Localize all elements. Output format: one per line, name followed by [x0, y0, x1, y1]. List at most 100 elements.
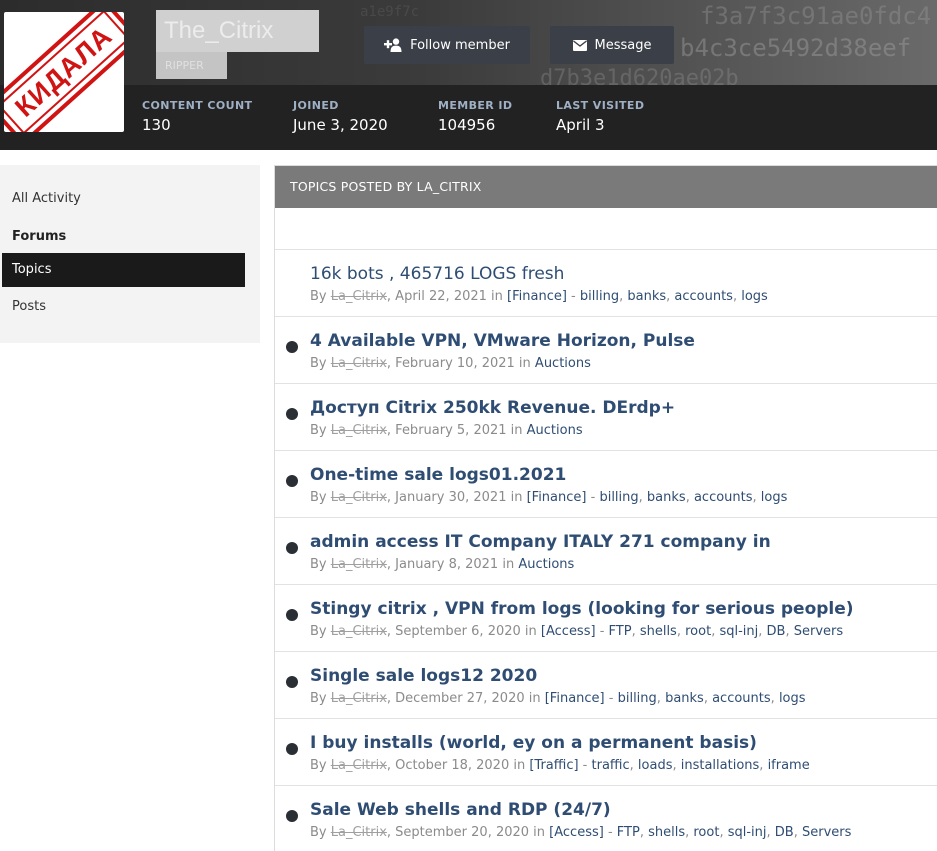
- topic-author-link[interactable]: La_Citrix: [331, 356, 387, 371]
- topic-title-link[interactable]: I buy installs (world, ey on a permanent…: [310, 733, 757, 753]
- topic-author-link[interactable]: La_Citrix: [331, 825, 387, 840]
- topic-tag-link[interactable]: logs: [741, 289, 768, 304]
- topic-forum-link[interactable]: [Finance]: [545, 691, 605, 706]
- topic-author-link[interactable]: La_Citrix: [331, 289, 387, 304]
- tag-separator: ,: [752, 490, 761, 505]
- topic-tag-link[interactable]: accounts: [674, 289, 733, 304]
- tag-separator: ,: [639, 825, 649, 840]
- message-label: Message: [594, 37, 652, 53]
- topic-meta: By La_Citrix, January 30, 2021 in [Finan…: [310, 490, 787, 505]
- follow-member-button[interactable]: Follow member: [364, 26, 530, 64]
- sidebar-section-forums: Forums: [12, 229, 67, 244]
- topic-tag-link[interactable]: loads: [638, 758, 673, 773]
- unread-dot-icon: [286, 609, 298, 621]
- topic-tag-link[interactable]: banks: [665, 691, 704, 706]
- topic-row: Sale Web shells and RDP (24/7) By La_Citr…: [275, 786, 937, 851]
- topic-forum-link[interactable]: [Access]: [541, 624, 596, 639]
- topic-date: , February 10, 2021 in: [386, 356, 535, 371]
- topic-tag-link[interactable]: DB: [767, 624, 786, 639]
- topic-tag-link[interactable]: accounts: [694, 490, 753, 505]
- topic-tag-link[interactable]: logs: [761, 490, 788, 505]
- topic-meta: By La_Citrix, December 27, 2020 in [Fina…: [310, 691, 806, 706]
- topic-author-link[interactable]: La_Citrix: [331, 423, 387, 438]
- topic-title-link[interactable]: 16k bots , 465716 LOGS fresh: [310, 264, 564, 284]
- topic-tag-link[interactable]: shells: [640, 624, 677, 639]
- topic-row: 4 Available VPN, VMware Horizon, Pulse By…: [275, 317, 937, 384]
- topic-tag-link[interactable]: billing: [618, 691, 657, 706]
- stamp-logo: КИДАЛА: [4, 12, 124, 132]
- unread-dot-icon: [286, 676, 298, 688]
- topic-date: , December 27, 2020 in: [386, 691, 545, 706]
- topic-title-link[interactable]: Sale Web shells and RDP (24/7): [310, 800, 611, 820]
- topic-row: One-time sale logs01.2021 By La_Citrix, J…: [275, 451, 937, 518]
- topic-tag-link[interactable]: FTP: [617, 825, 640, 840]
- topic-tag-link[interactable]: billing: [580, 289, 619, 304]
- topic-tag-link[interactable]: FTP: [609, 624, 632, 639]
- topic-forum-link[interactable]: Auctions: [527, 423, 583, 438]
- message-button[interactable]: Message: [550, 26, 674, 64]
- topic-author-link[interactable]: La_Citrix: [331, 624, 387, 639]
- stat-member-id: MEMBER ID 104956: [438, 99, 513, 134]
- topic-author-link[interactable]: La_Citrix: [331, 490, 387, 505]
- topic-forum-link[interactable]: Auctions: [518, 557, 574, 572]
- topic-list: 16k bots , 465716 LOGS fresh By La_Citrix…: [275, 250, 937, 851]
- topic-forum-link[interactable]: [Finance]: [507, 289, 567, 304]
- topic-meta-by: By: [310, 490, 331, 505]
- topic-forum-link[interactable]: Auctions: [535, 356, 591, 371]
- topic-meta-by: By: [310, 624, 331, 639]
- topic-tag-link[interactable]: shells: [648, 825, 685, 840]
- topic-author-link[interactable]: La_Citrix: [331, 691, 387, 706]
- topics-toolbar: [275, 208, 937, 250]
- tag-separator: -: [566, 289, 580, 304]
- topic-forum-link[interactable]: [Traffic]: [529, 758, 578, 773]
- topic-tag-link[interactable]: root: [693, 825, 719, 840]
- topic-date: , January 8, 2021 in: [386, 557, 519, 572]
- topic-tag-link[interactable]: DB: [775, 825, 794, 840]
- topic-author-link[interactable]: La_Citrix: [331, 758, 387, 773]
- topic-title-link[interactable]: admin access IT Company ITALY 271 compan…: [310, 532, 771, 552]
- topic-title-link[interactable]: 4 Available VPN, VMware Horizon, Pulse: [310, 331, 695, 351]
- topic-meta-by: By: [310, 557, 331, 572]
- topic-meta: By La_Citrix, September 6, 2020 in [Acce…: [310, 624, 843, 639]
- topic-tag-link[interactable]: iframe: [768, 758, 810, 773]
- topic-tag-link[interactable]: sql-inj: [719, 624, 758, 639]
- topic-meta-by: By: [310, 423, 331, 438]
- topic-tag-link[interactable]: banks: [647, 490, 686, 505]
- topic-tag-link[interactable]: sql-inj: [728, 825, 767, 840]
- topic-row: Доступ Citrix 250kk Revenue. DErdp+ By La…: [275, 384, 937, 451]
- topic-meta-by: By: [310, 691, 331, 706]
- topic-forum-link[interactable]: [Access]: [549, 825, 604, 840]
- topic-date: , October 18, 2020 in: [386, 758, 530, 773]
- topic-meta: By La_Citrix, October 18, 2020 in [Traff…: [310, 758, 810, 773]
- topic-forum-link[interactable]: [Finance]: [527, 490, 587, 505]
- topic-tag-link[interactable]: Servers: [802, 825, 851, 840]
- topic-row: I buy installs (world, ey on a permanent…: [275, 719, 937, 786]
- topic-tag-link[interactable]: logs: [779, 691, 806, 706]
- sidebar-item-topics[interactable]: Topics: [2, 253, 245, 287]
- topic-title-link[interactable]: Доступ Citrix 250kk Revenue. DErdp+: [310, 398, 675, 418]
- topic-tag-link[interactable]: traffic: [592, 758, 630, 773]
- topic-row: admin access IT Company ITALY 271 compan…: [275, 518, 937, 585]
- topic-author-link[interactable]: La_Citrix: [331, 557, 387, 572]
- tag-separator: ,: [759, 758, 768, 773]
- cover-text: f3a7f3c91ae0fdc4: [700, 2, 932, 30]
- topic-title-link[interactable]: Stingy citrix , VPN from logs (looking f…: [310, 599, 854, 619]
- topic-tag-link[interactable]: installations: [681, 758, 760, 773]
- topic-tag-link[interactable]: banks: [627, 289, 666, 304]
- tag-separator: ,: [672, 758, 681, 773]
- tag-separator: ,: [629, 758, 638, 773]
- topic-tag-link[interactable]: Servers: [794, 624, 843, 639]
- topic-tag-link[interactable]: root: [685, 624, 711, 639]
- topic-row: Stingy citrix , VPN from logs (looking f…: [275, 585, 937, 652]
- tag-separator: ,: [770, 691, 779, 706]
- topic-title-link[interactable]: Single sale logs12 2020: [310, 666, 537, 686]
- topic-tag-link[interactable]: billing: [599, 490, 638, 505]
- sidebar-item-posts[interactable]: Posts: [12, 299, 46, 314]
- avatar[interactable]: КИДАЛА: [4, 12, 124, 132]
- topic-tag-link[interactable]: accounts: [712, 691, 771, 706]
- unread-dot-icon: [286, 542, 298, 554]
- follow-member-label: Follow member: [410, 37, 510, 53]
- topic-title-link[interactable]: One-time sale logs01.2021: [310, 465, 566, 485]
- topic-date: , September 6, 2020 in: [386, 624, 541, 639]
- sidebar-item-all-activity[interactable]: All Activity: [12, 191, 81, 206]
